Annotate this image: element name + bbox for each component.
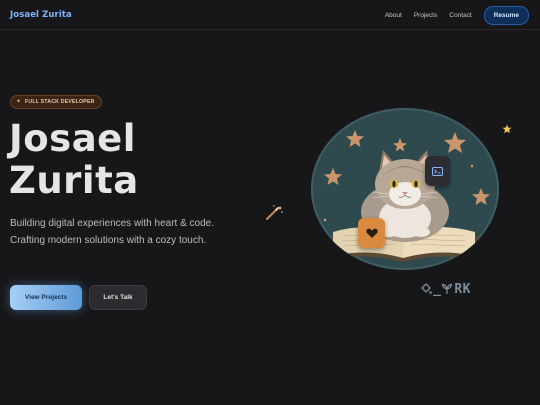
magic-wand-icon [266,205,283,220]
view-projects-button[interactable]: View Projects [10,285,82,310]
lets-talk-button[interactable]: Let's Talk [89,285,147,310]
terminal-icon [432,166,443,176]
hero-description: Building digital experiences with heart … [10,218,215,246]
paint-bucket-icon [421,283,432,294]
nav-link-contact[interactable]: Contact [449,12,471,19]
resume-button[interactable]: Resume [483,5,529,25]
hero-illustration [311,108,499,270]
watermark-text: RK [454,281,471,297]
nav-links: About Projects Contact Resume [385,0,529,30]
watermark-underscore: _ [433,281,442,297]
nav-link-about[interactable]: About [385,12,402,19]
watermark-logo: _ RK [420,280,471,298]
role-badge-label: FULL STACK DEVELOPER [25,99,95,105]
hero-title: Josael Zurita [9,118,239,202]
cat-reading-book-illustration [323,130,490,262]
star-icon [502,124,512,134]
hero-title-first-name: Josael [9,117,136,160]
nav-link-projects[interactable]: Projects [414,12,437,19]
role-badge: ✦ FULL STACK DEVELOPER [10,95,102,109]
brand-logo[interactable]: Josael Zurita [10,10,72,20]
code-bubble [425,156,450,186]
top-navbar: Josael Zurita About Projects Contact Res… [0,0,540,30]
heart-icon [365,228,378,238]
leaf-icon [442,283,453,294]
sparkle-icon: ✦ [16,99,22,105]
hero-title-last-name: Zurita [9,159,139,202]
heart-bubble [358,218,385,248]
